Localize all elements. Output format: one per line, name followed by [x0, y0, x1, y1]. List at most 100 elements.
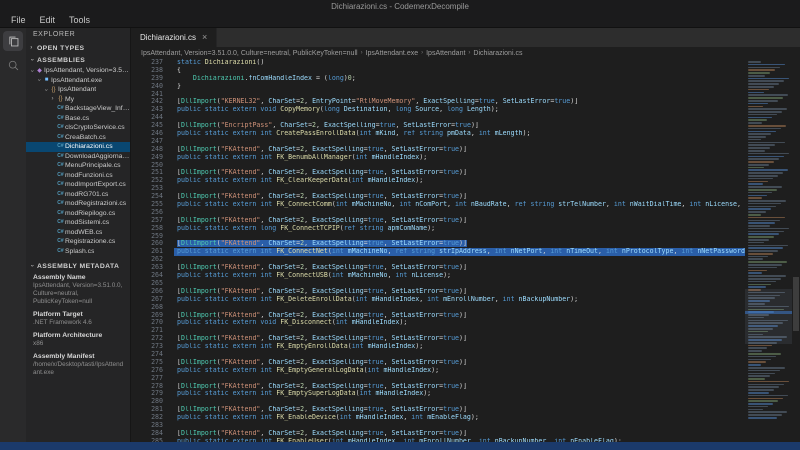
menu-item-tools[interactable]: Tools	[62, 15, 97, 25]
code-line[interactable]: 262	[131, 255, 745, 264]
metadata-field: Assembly Name IpsAttendant, Version=3.51.…	[33, 274, 125, 306]
code-line[interactable]: 279 public static extern int FK_EmptySupe…	[131, 390, 745, 398]
chevron-down-icon[interactable]: ›	[36, 77, 42, 84]
tree-item[interactable]: C#DownloadAggiornamento.cs	[26, 152, 130, 162]
code-line[interactable]: 238{	[131, 66, 745, 75]
tree-item[interactable]: C# Base.cs	[26, 114, 130, 124]
tree-item[interactable]: ›{} IpsAttendant	[26, 85, 130, 95]
code-line[interactable]: 250	[131, 161, 745, 170]
code-line[interactable]: 269 [DllImport("FKAttend", CharSet=2, Exa…	[131, 311, 745, 320]
section-assembly-metadata[interactable]: › ASSEMBLY METADATA	[26, 260, 130, 272]
breadcrumb-item[interactable]: Dichiarazioni.cs	[473, 50, 522, 57]
code-line[interactable]: 268	[131, 303, 745, 312]
code-line[interactable]: 241	[131, 90, 745, 99]
code-line[interactable]: 248 [DllImport("FKAttend", CharSet=2, Exa…	[131, 145, 745, 154]
tree-item[interactable]: C# Splash.cs	[26, 247, 130, 257]
tree-item[interactable]: C# CreaBatch.cs	[26, 133, 130, 143]
tree-item[interactable]: C# BackstageView_Info.cs	[26, 104, 130, 114]
minimap-viewport[interactable]	[745, 289, 792, 344]
code-line[interactable]: 258 public static extern long FK_ConnectT…	[131, 224, 745, 233]
code-line[interactable]: 284 [DllImport("FKAttend", CharSet=2, Exa…	[131, 429, 745, 438]
section-assemblies[interactable]: › ASSEMBLIES	[26, 54, 130, 66]
code-line[interactable]: 243 public static extern void CopyMemory(…	[131, 105, 745, 114]
minimap-line	[748, 158, 779, 160]
tree-item[interactable]: C# clsCryptoService.cs	[26, 123, 130, 133]
code-line[interactable]: 274	[131, 350, 745, 359]
code-line[interactable]: 273 public static extern int FK_EmptyEnro…	[131, 342, 745, 351]
scrollbar[interactable]	[792, 59, 800, 442]
code-editor[interactable]: 237 static Dichiarazioni() 238{239 Dichiar…	[131, 59, 745, 442]
section-open-types[interactable]: › OPEN TYPES	[26, 42, 130, 54]
code-line[interactable]: 242 [DllImport("KERNEL32", CharSet=2, Ent…	[131, 98, 745, 106]
breadcrumb: IpsAttendant, Version=3.51.0.0, Culture=…	[131, 47, 800, 59]
code-line[interactable]: 239 Dichiarazioni.fnComHandleIndex = (lo…	[131, 74, 745, 83]
code-line[interactable]: 245 [DllImport("EncriptPass", CharSet=2, …	[131, 121, 745, 130]
minimap-line	[748, 394, 788, 397]
code-line[interactable]: 270 public static extern void FK_Disconne…	[131, 318, 745, 327]
code-line[interactable]: 257 [DllImport("FKAttend", CharSet=2, Exa…	[131, 216, 745, 225]
line-content: [DllImport("FKAttend", CharSet=2, ExactS…	[177, 335, 467, 343]
code-line[interactable]: 275 [DllImport("FKAttend", CharSet=2, Exa…	[131, 358, 745, 367]
tree-item[interactable]: C# modRegistrazioni.cs	[26, 199, 130, 209]
minimap[interactable]	[745, 59, 792, 442]
tree-item[interactable]: C# modRG701.cs	[26, 190, 130, 200]
code-line[interactable]: 271	[131, 326, 745, 335]
breadcrumb-item[interactable]: IpsAttendant	[426, 50, 465, 57]
tree-item[interactable]: › ■ IpsAttendant.exe	[26, 76, 130, 86]
code-line[interactable]: 252 public static extern int FK_ClearKeep…	[131, 176, 745, 185]
code-line[interactable]: 280	[131, 397, 745, 406]
tree-item[interactable]: C# modImportExport.cs	[26, 180, 130, 190]
breadcrumb-item[interactable]: IpsAttendant, Version=3.51.0.0, Culture=…	[141, 50, 358, 57]
menu-item-edit[interactable]: Edit	[33, 15, 63, 25]
code-line[interactable]: 282 public static extern int FK_EnableDev…	[131, 413, 745, 422]
code-line[interactable]: 255 public static extern int FK_ConnectCo…	[131, 200, 745, 209]
tree-item[interactable]: C# modFunzioni.cs	[26, 171, 130, 181]
code-line[interactable]: 240}	[131, 82, 745, 91]
code-line[interactable]: 261 public static extern int FK_ConnectNe…	[131, 247, 745, 257]
close-icon[interactable]: ×	[202, 33, 207, 42]
chevron-down-icon[interactable]: ›	[43, 86, 49, 93]
line-content: public static extern int FK_DeleteEnroll…	[177, 295, 579, 303]
code-line[interactable]: 259	[131, 232, 745, 241]
code-line[interactable]: 267 public static extern int FK_DeleteEnr…	[131, 295, 745, 304]
chevron-right-icon[interactable]: ›	[49, 96, 56, 102]
code-line[interactable]: 264 public static extern int FK_ConnectUS…	[131, 271, 745, 280]
code-line[interactable]: 253	[131, 184, 745, 193]
code-line[interactable]: 260 [DllImport("FKAttend", CharSet=2, Exa…	[131, 240, 745, 248]
breadcrumb-item[interactable]: IpsAttendant.exe	[366, 50, 419, 57]
code-line[interactable]: 285 public static extern int FK_EnableUse…	[131, 437, 745, 442]
code-line[interactable]: 256	[131, 208, 745, 217]
tree-item[interactable]: C# modSistemi.cs	[26, 218, 130, 228]
search-icon[interactable]	[3, 55, 23, 75]
code-line[interactable]: 283	[131, 421, 745, 430]
code-line[interactable]: 263 [DllImport("FKAttend", CharSet=2, Exa…	[131, 263, 745, 272]
minimap-line	[748, 272, 762, 274]
code-line[interactable]: 246 public static extern int CreatePassEn…	[131, 129, 745, 138]
code-line[interactable]: 237 static Dichiarazioni()	[131, 59, 745, 67]
code-line[interactable]: 276 public static extern int FK_EmptyGene…	[131, 366, 745, 375]
tree-item[interactable]: C# modWEB.cs	[26, 228, 130, 238]
code-line[interactable]: 277	[131, 374, 745, 383]
tree-item[interactable]: C# Registrazione.cs	[26, 237, 130, 247]
tree-item[interactable]: C# modRiepilogo.cs	[26, 209, 130, 219]
tab-dichiarazioni[interactable]: Dichiarazioni.cs ×	[131, 28, 218, 47]
minimap-line	[748, 417, 777, 419]
explorer-icon[interactable]	[3, 31, 23, 51]
tree-item[interactable]: ›{} My	[26, 95, 130, 105]
code-line[interactable]: 281 [DllImport("FKAttend", CharSet=2, Exa…	[131, 405, 745, 414]
tree-item[interactable]: C# Dichiarazioni.cs	[26, 142, 130, 152]
code-line[interactable]: 244	[131, 113, 745, 122]
code-line[interactable]: 254 [DllImport("FKAttend", CharSet=2, Exa…	[131, 192, 745, 201]
menu-item-file[interactable]: File	[4, 15, 33, 25]
chevron-down-icon[interactable]: ›	[29, 67, 35, 74]
scrollbar-thumb[interactable]	[793, 277, 799, 331]
tree-item[interactable]: C# MenuPrincipale.cs	[26, 161, 130, 171]
code-line[interactable]: 247	[131, 137, 745, 146]
code-line[interactable]: 272 [DllImport("FKAttend", CharSet=2, Exa…	[131, 334, 745, 343]
code-line[interactable]: 249 public static extern int FK_BenumbAll…	[131, 153, 745, 162]
code-line[interactable]: 278 [DllImport("FKAttend", CharSet=2, Exa…	[131, 382, 745, 391]
code-line[interactable]: 265	[131, 279, 745, 288]
tree-item[interactable]: ›◆IpsAttendant, Version=3.51.0.0, Cul...	[26, 66, 131, 76]
code-line[interactable]: 251 [DllImport("FKAttend", CharSet=2, Exa…	[131, 169, 745, 177]
code-line[interactable]: 266 [DllImport("FKAttend", CharSet=2, Exa…	[131, 287, 745, 296]
